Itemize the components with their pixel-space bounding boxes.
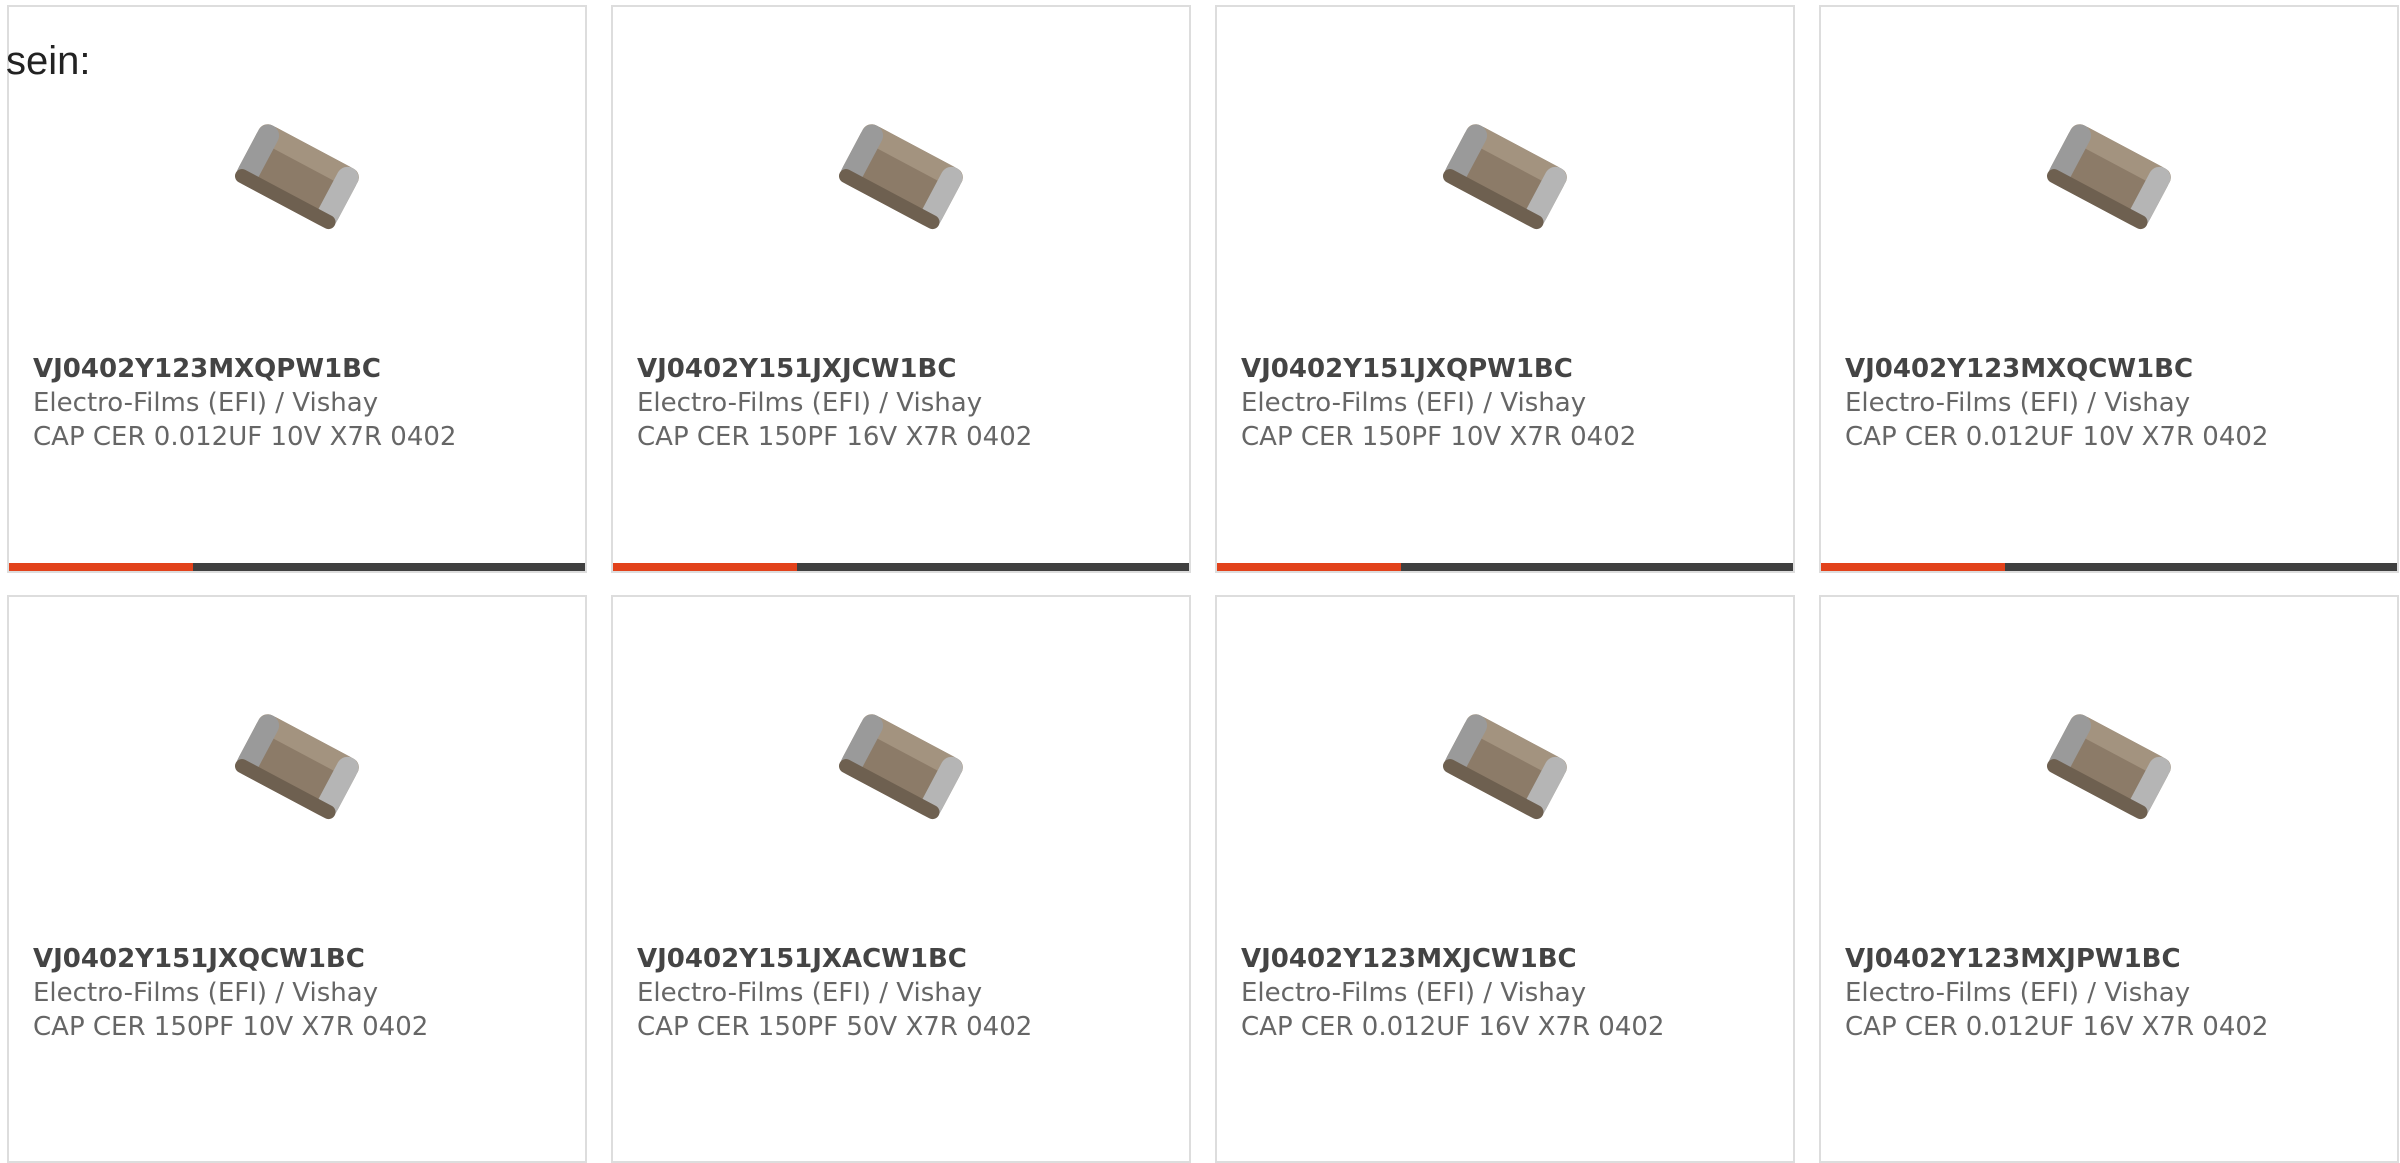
product-image[interactable] (1217, 597, 1793, 927)
description: CAP CER 150PF 10V X7R 0402 (33, 1012, 429, 1042)
product-info: VJ0402Y151JXJCW1BC Electro-Films (EFI) /… (637, 352, 1169, 454)
product-image[interactable] (9, 7, 585, 337)
manufacturer: Electro-Films (EFI) / Vishay (1241, 388, 1587, 418)
description: CAP CER 150PF 16V X7R 0402 (637, 422, 1033, 452)
product-image[interactable] (613, 597, 1189, 927)
description: CAP CER 150PF 50V X7R 0402 (637, 1012, 1033, 1042)
product-image[interactable] (613, 7, 1189, 337)
product-info: VJ0402Y123MXJCW1BC Electro-Films (EFI) /… (1241, 942, 1773, 1044)
product-image[interactable] (9, 597, 585, 927)
manufacturer: Electro-Films (EFI) / Vishay (1845, 388, 2191, 418)
description: CAP CER 0.012UF 10V X7R 0402 (33, 422, 457, 452)
ceramic-capacitor-chip-icon (2046, 124, 2171, 230)
manufacturer: Electro-Films (EFI) / Vishay (637, 388, 983, 418)
product-info: VJ0402Y151JXQCW1BC Electro-Films (EFI) /… (33, 942, 565, 1044)
part-number[interactable]: VJ0402Y151JXACW1BC (637, 942, 1169, 976)
card-accent-fill (1217, 563, 1402, 571)
product-info: VJ0402Y123MXQCW1BC Electro-Films (EFI) /… (1845, 352, 2377, 454)
product-card[interactable]: VJ0402Y151JXQPW1BC Electro-Films (EFI) /… (1215, 5, 1795, 573)
ceramic-capacitor-chip-icon (1442, 124, 1567, 230)
product-image[interactable] (1821, 597, 2397, 927)
part-number[interactable]: VJ0402Y151JXQPW1BC (1241, 352, 1773, 386)
part-number[interactable]: VJ0402Y123MXQPW1BC (33, 352, 565, 386)
card-accent-bar (9, 563, 585, 571)
card-accent-bar (1821, 563, 2397, 571)
intro-text: sein: (6, 39, 91, 83)
ceramic-capacitor-chip-icon (838, 714, 963, 820)
card-accent-fill (9, 563, 194, 571)
part-number[interactable]: VJ0402Y151JXQCW1BC (33, 942, 565, 976)
product-grid: VJ0402Y123MXQPW1BC Electro-Films (EFI) /… (0, 0, 2400, 1163)
product-card[interactable]: VJ0402Y123MXQPW1BC Electro-Films (EFI) /… (7, 5, 587, 573)
product-card[interactable]: VJ0402Y123MXQCW1BC Electro-Films (EFI) /… (1819, 5, 2399, 573)
product-card[interactable]: VJ0402Y123MXJCW1BC Electro-Films (EFI) /… (1215, 595, 1795, 1163)
part-number[interactable]: VJ0402Y123MXQCW1BC (1845, 352, 2377, 386)
card-accent-bar (1217, 563, 1793, 571)
card-accent-fill (1821, 563, 2006, 571)
product-info: VJ0402Y123MXQPW1BC Electro-Films (EFI) /… (33, 352, 565, 454)
product-info: VJ0402Y123MXJPW1BC Electro-Films (EFI) /… (1845, 942, 2377, 1044)
manufacturer: Electro-Films (EFI) / Vishay (1845, 978, 2191, 1008)
product-image[interactable] (1217, 7, 1793, 337)
description: CAP CER 0.012UF 10V X7R 0402 (1845, 422, 2269, 452)
description: CAP CER 0.012UF 16V X7R 0402 (1845, 1012, 2269, 1042)
part-number[interactable]: VJ0402Y123MXJPW1BC (1845, 942, 2377, 976)
product-card[interactable]: VJ0402Y151JXJCW1BC Electro-Films (EFI) /… (611, 5, 1191, 573)
product-card[interactable]: VJ0402Y151JXQCW1BC Electro-Films (EFI) /… (7, 595, 587, 1163)
ceramic-capacitor-chip-icon (234, 124, 359, 230)
part-number[interactable]: VJ0402Y151JXJCW1BC (637, 352, 1169, 386)
manufacturer: Electro-Films (EFI) / Vishay (1241, 978, 1587, 1008)
ceramic-capacitor-chip-icon (2046, 714, 2171, 820)
manufacturer: Electro-Films (EFI) / Vishay (33, 388, 379, 418)
product-card[interactable]: VJ0402Y123MXJPW1BC Electro-Films (EFI) /… (1819, 595, 2399, 1163)
ceramic-capacitor-chip-icon (838, 124, 963, 230)
card-accent-bar (613, 563, 1189, 571)
ceramic-capacitor-chip-icon (234, 714, 359, 820)
description: CAP CER 0.012UF 16V X7R 0402 (1241, 1012, 1665, 1042)
manufacturer: Electro-Films (EFI) / Vishay (33, 978, 379, 1008)
product-card[interactable]: VJ0402Y151JXACW1BC Electro-Films (EFI) /… (611, 595, 1191, 1163)
product-image[interactable] (1821, 7, 2397, 337)
card-accent-fill (613, 563, 798, 571)
manufacturer: Electro-Films (EFI) / Vishay (637, 978, 983, 1008)
part-number[interactable]: VJ0402Y123MXJCW1BC (1241, 942, 1773, 976)
product-info: VJ0402Y151JXACW1BC Electro-Films (EFI) /… (637, 942, 1169, 1044)
ceramic-capacitor-chip-icon (1442, 714, 1567, 820)
description: CAP CER 150PF 10V X7R 0402 (1241, 422, 1637, 452)
product-info: VJ0402Y151JXQPW1BC Electro-Films (EFI) /… (1241, 352, 1773, 454)
